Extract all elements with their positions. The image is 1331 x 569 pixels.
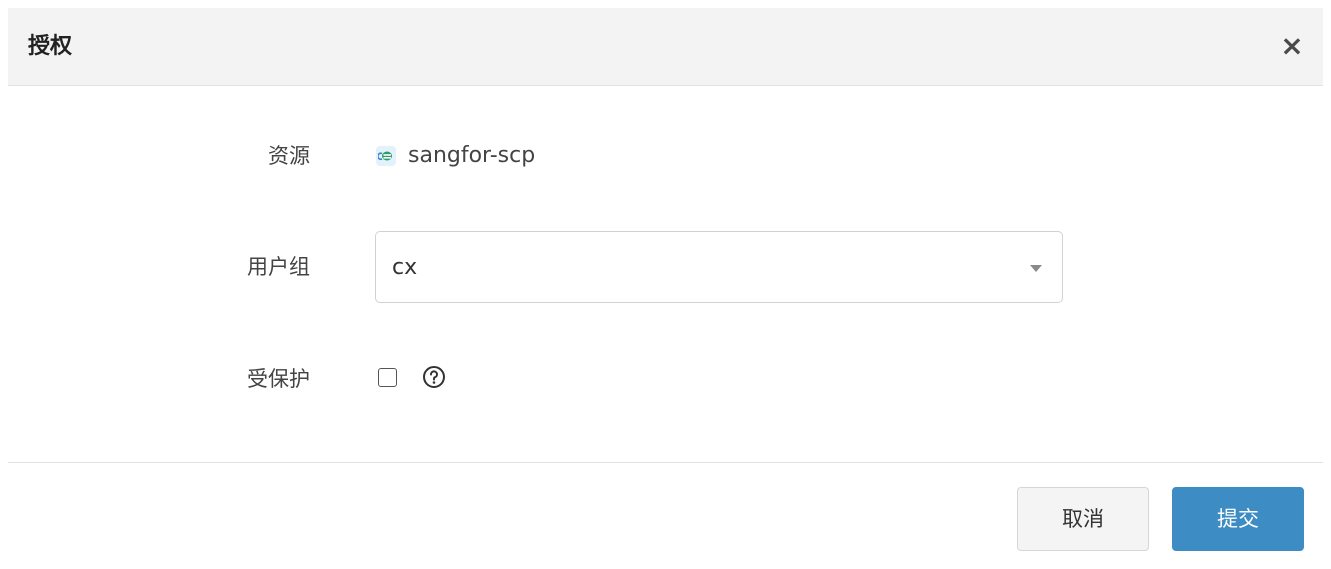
dialog-footer: 取消 提交: [8, 462, 1323, 569]
user-group-selected-value: cx: [392, 255, 418, 280]
cloud-app-icon: [376, 146, 396, 166]
submit-button[interactable]: 提交: [1172, 487, 1304, 551]
protected-row: 受保护: [8, 364, 1323, 394]
user-group-select[interactable]: cx: [375, 231, 1063, 303]
authorize-dialog: 授权 × 资源 sangfor-scp 用户组 cx 受保护 取消 提交: [8, 8, 1323, 569]
resource-value: sangfor-scp: [376, 141, 535, 171]
protected-label: 受保护: [247, 367, 310, 391]
user-group-label: 用户组: [247, 255, 310, 279]
resource-label: 资源: [268, 144, 310, 168]
close-button[interactable]: ×: [1277, 30, 1307, 62]
resource-name: sangfor-scp: [408, 143, 536, 168]
dialog-title: 授权: [28, 34, 73, 59]
user-group-row: 用户组 cx: [8, 231, 1323, 303]
caret-down-icon: [1030, 265, 1042, 272]
cancel-button[interactable]: 取消: [1017, 487, 1149, 551]
dialog-header: 授权 ×: [8, 8, 1323, 86]
protected-checkbox[interactable]: [378, 368, 397, 387]
question-circle-icon[interactable]: [422, 365, 446, 389]
